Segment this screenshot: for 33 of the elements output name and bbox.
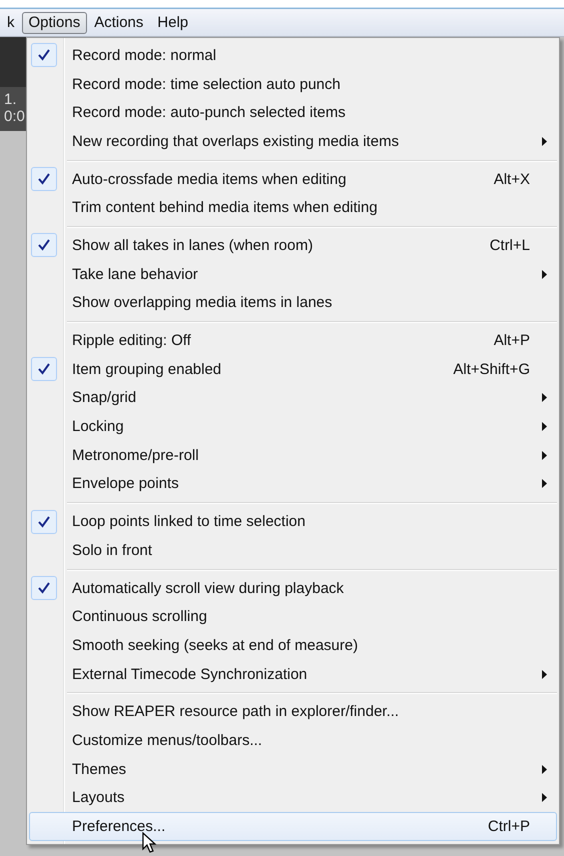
menu-item[interactable]: Auto-crossfade media items when editing Alt+X — [29, 164, 557, 194]
menu-bar-item[interactable]: Help — [150, 12, 196, 34]
menu-item[interactable]: Themes — [29, 754, 557, 784]
menu-item[interactable]: Automatically scroll view during playback — [29, 574, 557, 602]
menu-item[interactable]: Ripple editing: Off Alt+P — [29, 326, 557, 355]
menu-item[interactable]: Record mode: normal — [29, 41, 557, 70]
menu-item[interactable]: Show REAPER resource path in explorer/finder... — [29, 697, 557, 726]
menu-item[interactable]: Trim content behind media items when editing — [29, 193, 557, 222]
menu-item[interactable]: Item grouping enabled Alt+Shift+G — [29, 354, 557, 384]
menu-item[interactable]: Continuous scrolling — [29, 602, 557, 632]
menu-item[interactable]: Take lane behavior — [29, 260, 557, 288]
timeline-panel — [0, 37, 28, 87]
menu-item[interactable]: Layouts — [29, 784, 557, 812]
menu-item[interactable]: Metronome/pre-roll — [29, 440, 557, 470]
menu-item[interactable]: Loop points linked to time selection — [29, 507, 557, 536]
menu-item[interactable]: External Timecode Synchronization — [29, 660, 557, 688]
time-label: 0:0 — [4, 108, 26, 125]
menu-item[interactable]: Customize menus/toolbars... — [29, 726, 557, 755]
menu-item[interactable]: Record mode: auto-punch selected items — [29, 98, 557, 128]
menu-item[interactable]: New recording that overlaps existing media items — [29, 127, 557, 156]
menu-item[interactable]: Smooth seeking (seeks at end of measure) — [29, 631, 557, 660]
menu-bar-item[interactable]: Actions — [87, 12, 150, 34]
time-label: 1. — [4, 91, 18, 108]
menu-item[interactable]: Envelope points — [29, 470, 557, 498]
mouse-pointer-icon — [142, 832, 158, 854]
menu-item[interactable]: Solo in front — [29, 536, 557, 565]
menu-item[interactable]: Snap/grid — [29, 384, 557, 412]
menu-bar-item[interactable]: k — [0, 12, 22, 34]
menu-item[interactable]: Locking — [29, 412, 557, 441]
menu-item[interactable]: Show all takes in lanes (when room) Ctrl+L — [29, 231, 557, 260]
menu-bar-item[interactable]: Options — [22, 12, 88, 34]
menu-item[interactable]: Show overlapping media items in lanes — [29, 288, 557, 318]
menu-item[interactable]: Record mode: time selection auto punch — [29, 70, 557, 98]
